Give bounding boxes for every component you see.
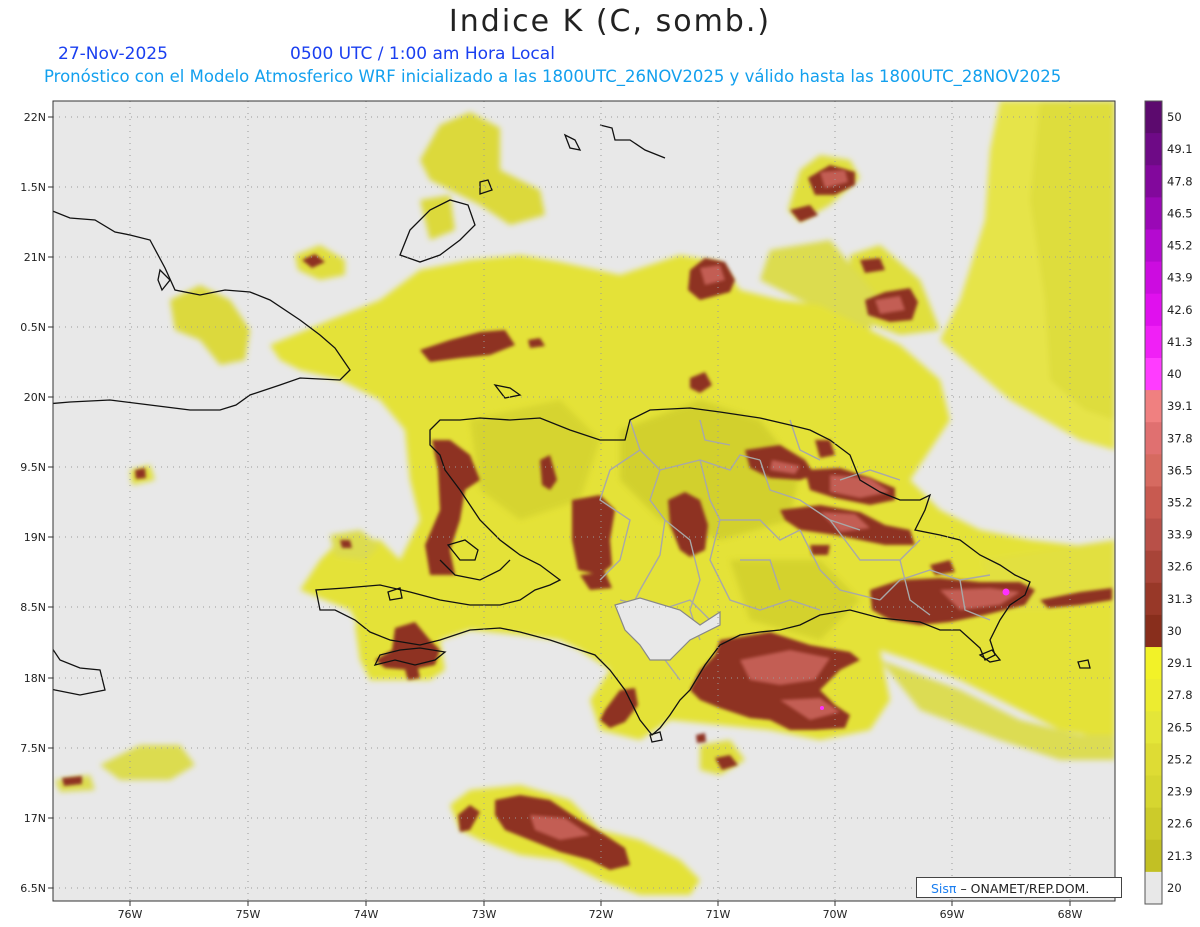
- colorbar-label: 32.6: [1167, 560, 1193, 574]
- colorbar-swatch: [1145, 871, 1162, 905]
- colorbar-swatch: [1145, 390, 1162, 423]
- colorbar-swatch: [1145, 614, 1162, 648]
- lon-label: 71W: [706, 908, 731, 921]
- chart-title: Indice K (C, somb.): [448, 4, 772, 39]
- colorbar-swatch: [1145, 807, 1162, 841]
- colorbar-swatch: [1145, 711, 1162, 744]
- lat-label: 6.5N: [20, 882, 46, 895]
- latitude-labels: 22N 1.5N 21N 0.5N 20N 9.5N 19N 8.5N 18N …: [20, 111, 46, 895]
- colorbar-swatch: [1145, 165, 1162, 198]
- colorbar-swatch: [1145, 101, 1162, 134]
- colorbar-label: 23.9: [1167, 785, 1193, 799]
- colorbar-label: 25.2: [1167, 752, 1193, 766]
- colorbar-swatch: [1145, 454, 1162, 487]
- lon-label: 72W: [589, 908, 614, 921]
- colorbar-swatch: [1145, 229, 1162, 263]
- k-index-max-dot: [1002, 588, 1010, 596]
- lon-label: 70W: [823, 908, 848, 921]
- colorbar-label: 40: [1167, 367, 1182, 381]
- colorbar-label: 20: [1167, 881, 1182, 895]
- colorbar-label: 29.1: [1167, 656, 1193, 670]
- lat-label: 21N: [24, 251, 46, 264]
- colorbar: 50 49.1 47.8 46.5 45.2 43.9 42.6 41.3 40 39.1 37.8…: [1144, 100, 1193, 905]
- lat-label: 9.5N: [20, 461, 46, 474]
- colorbar-label: 41.3: [1167, 335, 1193, 349]
- colorbar-label: 42.6: [1167, 303, 1193, 317]
- lon-label: 75W: [236, 908, 261, 921]
- colorbar-label: 31.3: [1167, 592, 1193, 606]
- colorbar-swatch: [1145, 325, 1162, 359]
- colorbar-swatch: [1145, 486, 1162, 520]
- lon-label: 73W: [472, 908, 497, 921]
- lat-label: 20N: [24, 391, 46, 404]
- lon-label: 68W: [1058, 908, 1083, 921]
- colorbar-swatch: [1145, 679, 1162, 712]
- lat-label: 8.5N: [20, 601, 46, 614]
- colorbar-swatch: [1145, 422, 1162, 455]
- forecast-time: 0500 UTC / 1:00 am Hora Local: [290, 44, 555, 64]
- credit-box: Sisπ – ONAMET/REP.DOM.: [916, 877, 1122, 898]
- colorbar-label: 27.8: [1167, 688, 1193, 702]
- colorbar-label: 47.8: [1167, 174, 1193, 188]
- colorbar-swatch: [1145, 550, 1162, 584]
- colorbar-swatch: [1145, 582, 1162, 616]
- colorbar-label: 49.1: [1167, 142, 1193, 156]
- model-subtitle: Pronóstico con el Modelo Atmosferico WRF…: [44, 67, 1062, 86]
- colorbar-swatch: [1145, 775, 1162, 809]
- colorbar-label: 30: [1167, 624, 1182, 638]
- lat-label: 1.5N: [20, 181, 46, 194]
- colorbar-label: 35.2: [1167, 496, 1193, 510]
- lat-label: 0.5N: [20, 321, 46, 334]
- lat-label: 19N: [24, 531, 46, 544]
- credit-brand: Sisπ: [931, 881, 957, 896]
- colorbar-label: 36.5: [1167, 463, 1193, 477]
- colorbar-label: 21.3: [1167, 849, 1193, 863]
- lon-label: 74W: [354, 908, 379, 921]
- lat-label: 7.5N: [20, 742, 46, 755]
- credit-org: – ONAMET/REP.DOM.: [960, 881, 1090, 896]
- colorbar-swatch: [1145, 261, 1162, 295]
- lat-label: 18N: [24, 672, 46, 685]
- colorbar-swatch: [1145, 133, 1162, 166]
- forecast-date: 27-Nov-2025: [58, 44, 168, 64]
- colorbar-label: 43.9: [1167, 271, 1193, 285]
- colorbar-swatch: [1145, 647, 1162, 680]
- colorbar-swatch: [1145, 197, 1162, 230]
- colorbar-label: 39.1: [1167, 399, 1193, 413]
- colorbar-swatch: [1145, 293, 1162, 327]
- colorbar-label: 26.5: [1167, 720, 1193, 734]
- lat-label: 22N: [24, 111, 46, 124]
- k-index-max-dot-2: [820, 706, 824, 710]
- lat-label: 17N: [24, 812, 46, 825]
- colorbar-label: 45.2: [1167, 239, 1193, 253]
- colorbar-swatch: [1145, 357, 1162, 391]
- map-figure: 22N 1.5N 21N 0.5N 20N 9.5N 19N 8.5N 18N …: [20, 100, 1193, 921]
- colorbar-swatch: [1145, 839, 1162, 873]
- colorbar-swatch: [1145, 743, 1162, 777]
- lon-label: 69W: [940, 908, 965, 921]
- lon-label: 76W: [118, 908, 143, 921]
- longitude-labels: 76W 75W 74W 73W 72W 71W 70W 69W 68W: [118, 908, 1083, 921]
- colorbar-label: 50: [1167, 110, 1182, 124]
- colorbar-label: 37.8: [1167, 431, 1193, 445]
- colorbar-label: 46.5: [1167, 206, 1193, 220]
- colorbar-label: 33.9: [1167, 528, 1193, 542]
- colorbar-swatch: [1145, 518, 1162, 552]
- colorbar-label: 22.6: [1167, 817, 1193, 831]
